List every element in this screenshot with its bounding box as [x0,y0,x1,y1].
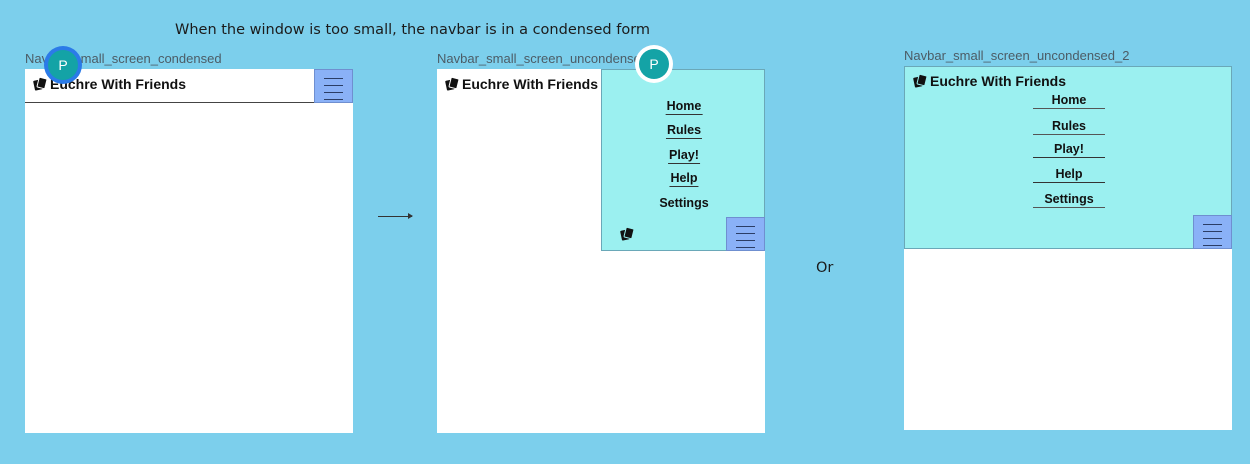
brand-name: Euchre With Friends [930,73,1067,89]
menu-item-settings[interactable]: Settings [1033,192,1105,208]
menu-item-home[interactable]: Home [665,99,703,115]
collaborator-avatar[interactable]: P [48,50,78,80]
navbar-expanded-panel: Euchre With Friends Home Rules Play! Hel… [904,66,1232,249]
menu-item-help[interactable]: Help [669,171,699,187]
navbar-brand[interactable]: Euchre With Friends [445,76,598,92]
cards-logo-icon [33,77,47,91]
cards-logo-icon [445,77,459,91]
right-arrow-icon [378,213,413,219]
frame-uncondensed-2: Euchre With Friends Home Rules Play! Hel… [904,66,1232,430]
hamburger-menu-icon[interactable] [1193,215,1232,249]
brand-name: Euchre With Friends [50,76,187,92]
navbar-divider [25,102,314,103]
menu-item-settings[interactable]: Settings [658,196,709,211]
brand-name: Euchre With Friends [462,76,599,92]
cards-logo-icon [620,227,634,241]
hamburger-menu-icon[interactable] [726,217,765,251]
cards-logo-icon [913,74,927,88]
menu-item-rules[interactable]: Rules [665,123,703,139]
frame-label-uncondensed[interactable]: Navbar_small_screen_uncondensed [437,51,648,66]
canvas-heading: When the window is too small, the navbar… [175,22,651,38]
frame-condensed: Euchre With Friends [25,69,353,433]
hamburger-menu-icon[interactable] [314,69,353,103]
collaborator-avatar[interactable]: P [639,49,669,79]
frame-uncondensed: Euchre With Friends Home Rules Play! Hel… [437,69,765,433]
frame-label-uncondensed-2[interactable]: Navbar_small_screen_uncondensed_2 [904,48,1129,63]
menu-item-rules[interactable]: Rules [1033,119,1105,135]
navbar-brand[interactable]: Euchre With Friends [913,73,1066,89]
menu-item-help[interactable]: Help [1033,167,1105,183]
menu-item-home[interactable]: Home [1033,93,1105,109]
dropdown-menu-panel: Home Rules Play! Help Settings [601,69,765,251]
or-label: Or [816,260,834,276]
menu-item-play[interactable]: Play! [668,148,700,164]
menu-item-play[interactable]: Play! [1033,142,1105,158]
